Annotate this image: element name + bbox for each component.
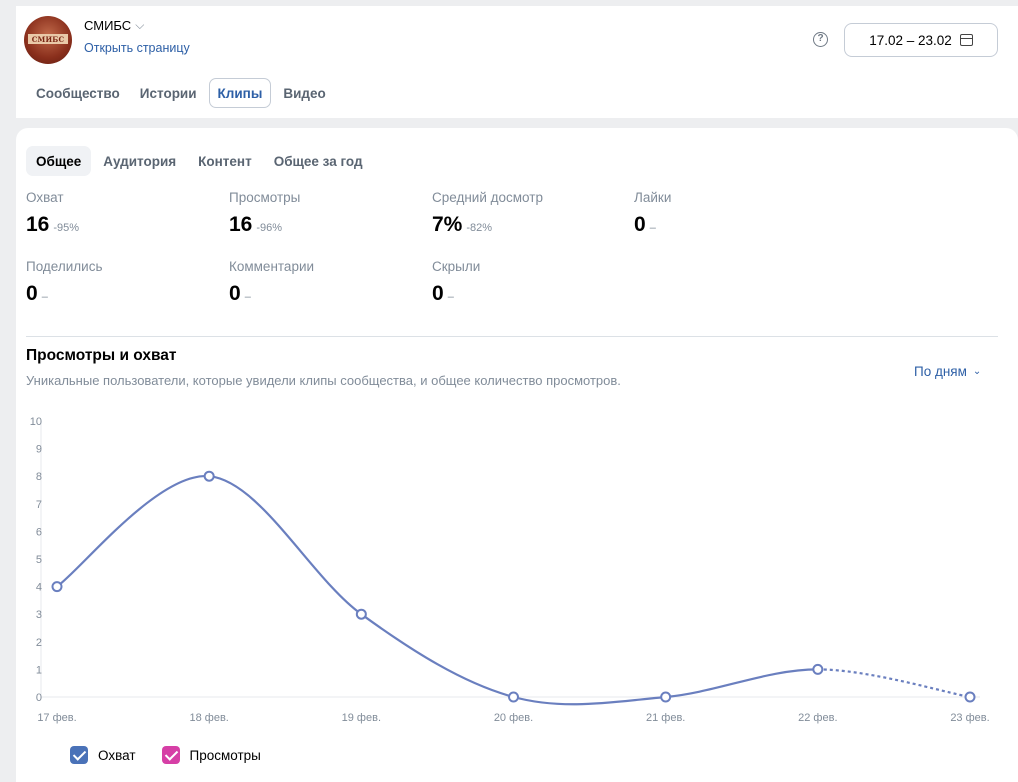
y-tick-label: 1	[36, 664, 42, 676]
chart-legend: Охват Просмотры	[70, 746, 261, 764]
y-tick-label: 9	[36, 444, 42, 456]
x-tick-label: 18 фев.	[189, 712, 228, 724]
legend-item-views[interactable]: Просмотры	[161, 746, 261, 764]
x-tick-label: 21 фев.	[646, 712, 685, 724]
y-tick-label: 4	[36, 582, 42, 594]
y-tick-label: 2	[36, 637, 42, 649]
legend-label: Охват	[98, 747, 136, 763]
y-tick-label: 5	[36, 554, 42, 566]
data-point	[660, 691, 672, 703]
legend-item-reach[interactable]: Охват	[70, 746, 136, 764]
data-point	[812, 663, 824, 675]
legend-label: Просмотры	[189, 747, 261, 763]
checkbox-checked-icon[interactable]	[161, 746, 180, 764]
x-tick-label: 23 фев.	[950, 712, 989, 724]
series-line-projected	[817, 668, 971, 699]
data-point	[508, 691, 519, 703]
data-point	[51, 581, 63, 593]
views-reach-chart: 0 1 2 3 4 5 6 7 8 9 10 17 фев. 18 фев. 19 фев. 20 фев.…	[30, 416, 990, 724]
x-tick-label: 20 фев.	[494, 712, 533, 724]
y-tick-label: 8	[36, 471, 42, 483]
series-line	[56, 475, 818, 706]
data-point	[355, 608, 367, 620]
y-tick-label: 10	[30, 416, 42, 428]
y-tick-label: 7	[36, 499, 42, 511]
x-tick-label: 22 фев.	[798, 712, 837, 724]
data-point	[203, 470, 215, 482]
data-point	[964, 691, 976, 703]
y-tick-label: 0	[36, 692, 42, 704]
x-tick-label: 19 фев.	[342, 712, 381, 724]
x-tick-label: 17 фев.	[37, 712, 76, 724]
y-tick-label: 6	[36, 526, 42, 538]
y-tick-label: 3	[36, 609, 42, 621]
checkbox-checked-icon[interactable]	[70, 746, 88, 764]
